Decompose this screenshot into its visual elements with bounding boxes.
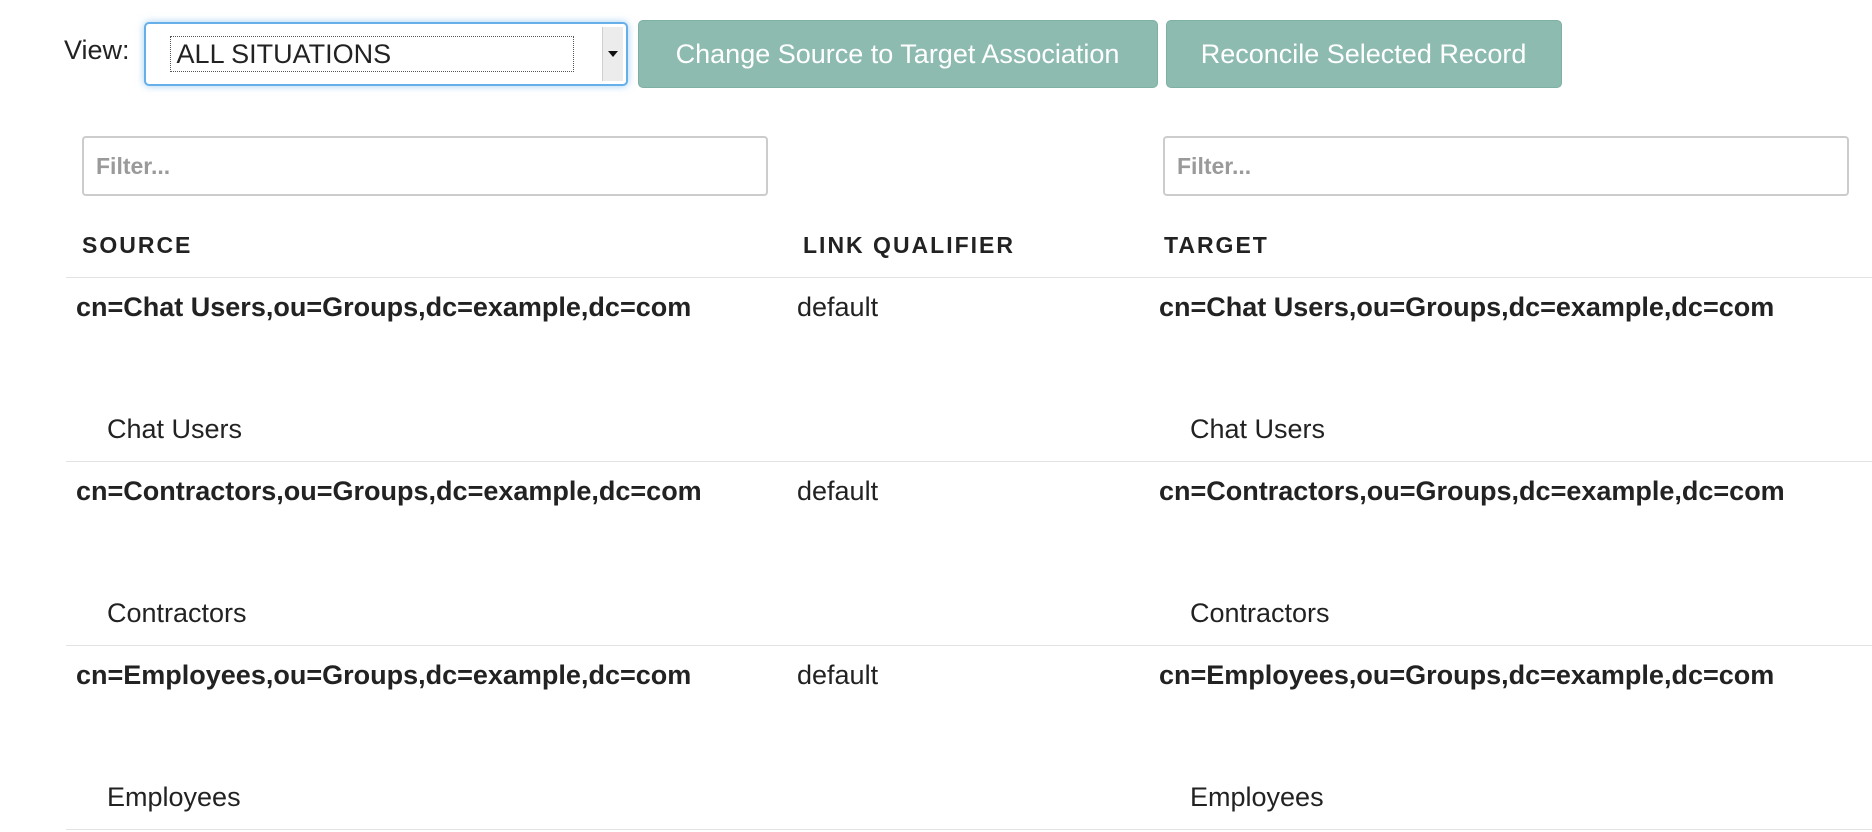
source-cn: Employees [107,782,241,812]
link-qualifier: default [797,660,879,690]
row-divider [66,829,1872,830]
source-cn: Chat Users [107,414,243,444]
view-select[interactable]: ALL SITUATIONS [143,22,628,86]
reconciliation-page: View: ALL SITUATIONS Change Source to Ta… [0,0,1872,832]
source-cn: Contractors [107,598,247,628]
target-filter-input[interactable] [1163,136,1849,196]
table-row[interactable]: cn=Contractors,ou=Groups,dc=example,dc=c… [66,462,1872,646]
toolbar: View: ALL SITUATIONS Change Source to Ta… [64,20,1570,88]
target-cn: Employees [1190,782,1324,812]
source-column-header[interactable]: SOURCE [82,232,192,259]
target-cn: Chat Users [1190,414,1326,444]
source-dn: cn=Contractors,ou=Groups,dc=example,dc=c… [76,476,702,506]
link-qualifier: default [797,476,879,506]
source-dn: cn=Employees,ou=Groups,dc=example,dc=com [76,660,692,690]
view-select-value[interactable]: ALL SITUATIONS [169,36,574,72]
table-row[interactable]: cn=Chat Users,ou=Groups,dc=example,dc=co… [66,278,1872,462]
link-qualifier: default [797,292,879,322]
target-column-header[interactable]: TARGET [1164,232,1269,259]
caret-down-icon [607,51,618,57]
change-association-button[interactable]: Change Source to Target Association [637,20,1158,88]
source-filter-input[interactable] [82,136,768,196]
reconcile-selected-button[interactable]: Reconcile Selected Record [1165,20,1562,88]
target-cn: Contractors [1190,598,1330,628]
target-dn: cn=Chat Users,ou=Groups,dc=example,dc=co… [1159,292,1775,322]
source-dn: cn=Chat Users,ou=Groups,dc=example,dc=co… [76,292,692,322]
view-label: View: [64,34,130,65]
target-dn: cn=Contractors,ou=Groups,dc=example,dc=c… [1159,476,1785,506]
view-select-dropdown[interactable] [601,27,623,81]
table-row[interactable]: cn=Employees,ou=Groups,dc=example,dc=com… [66,646,1872,830]
target-dn: cn=Employees,ou=Groups,dc=example,dc=com [1159,660,1775,690]
link-qualifier-column-header[interactable]: LINK QUALIFIER [803,232,1015,259]
